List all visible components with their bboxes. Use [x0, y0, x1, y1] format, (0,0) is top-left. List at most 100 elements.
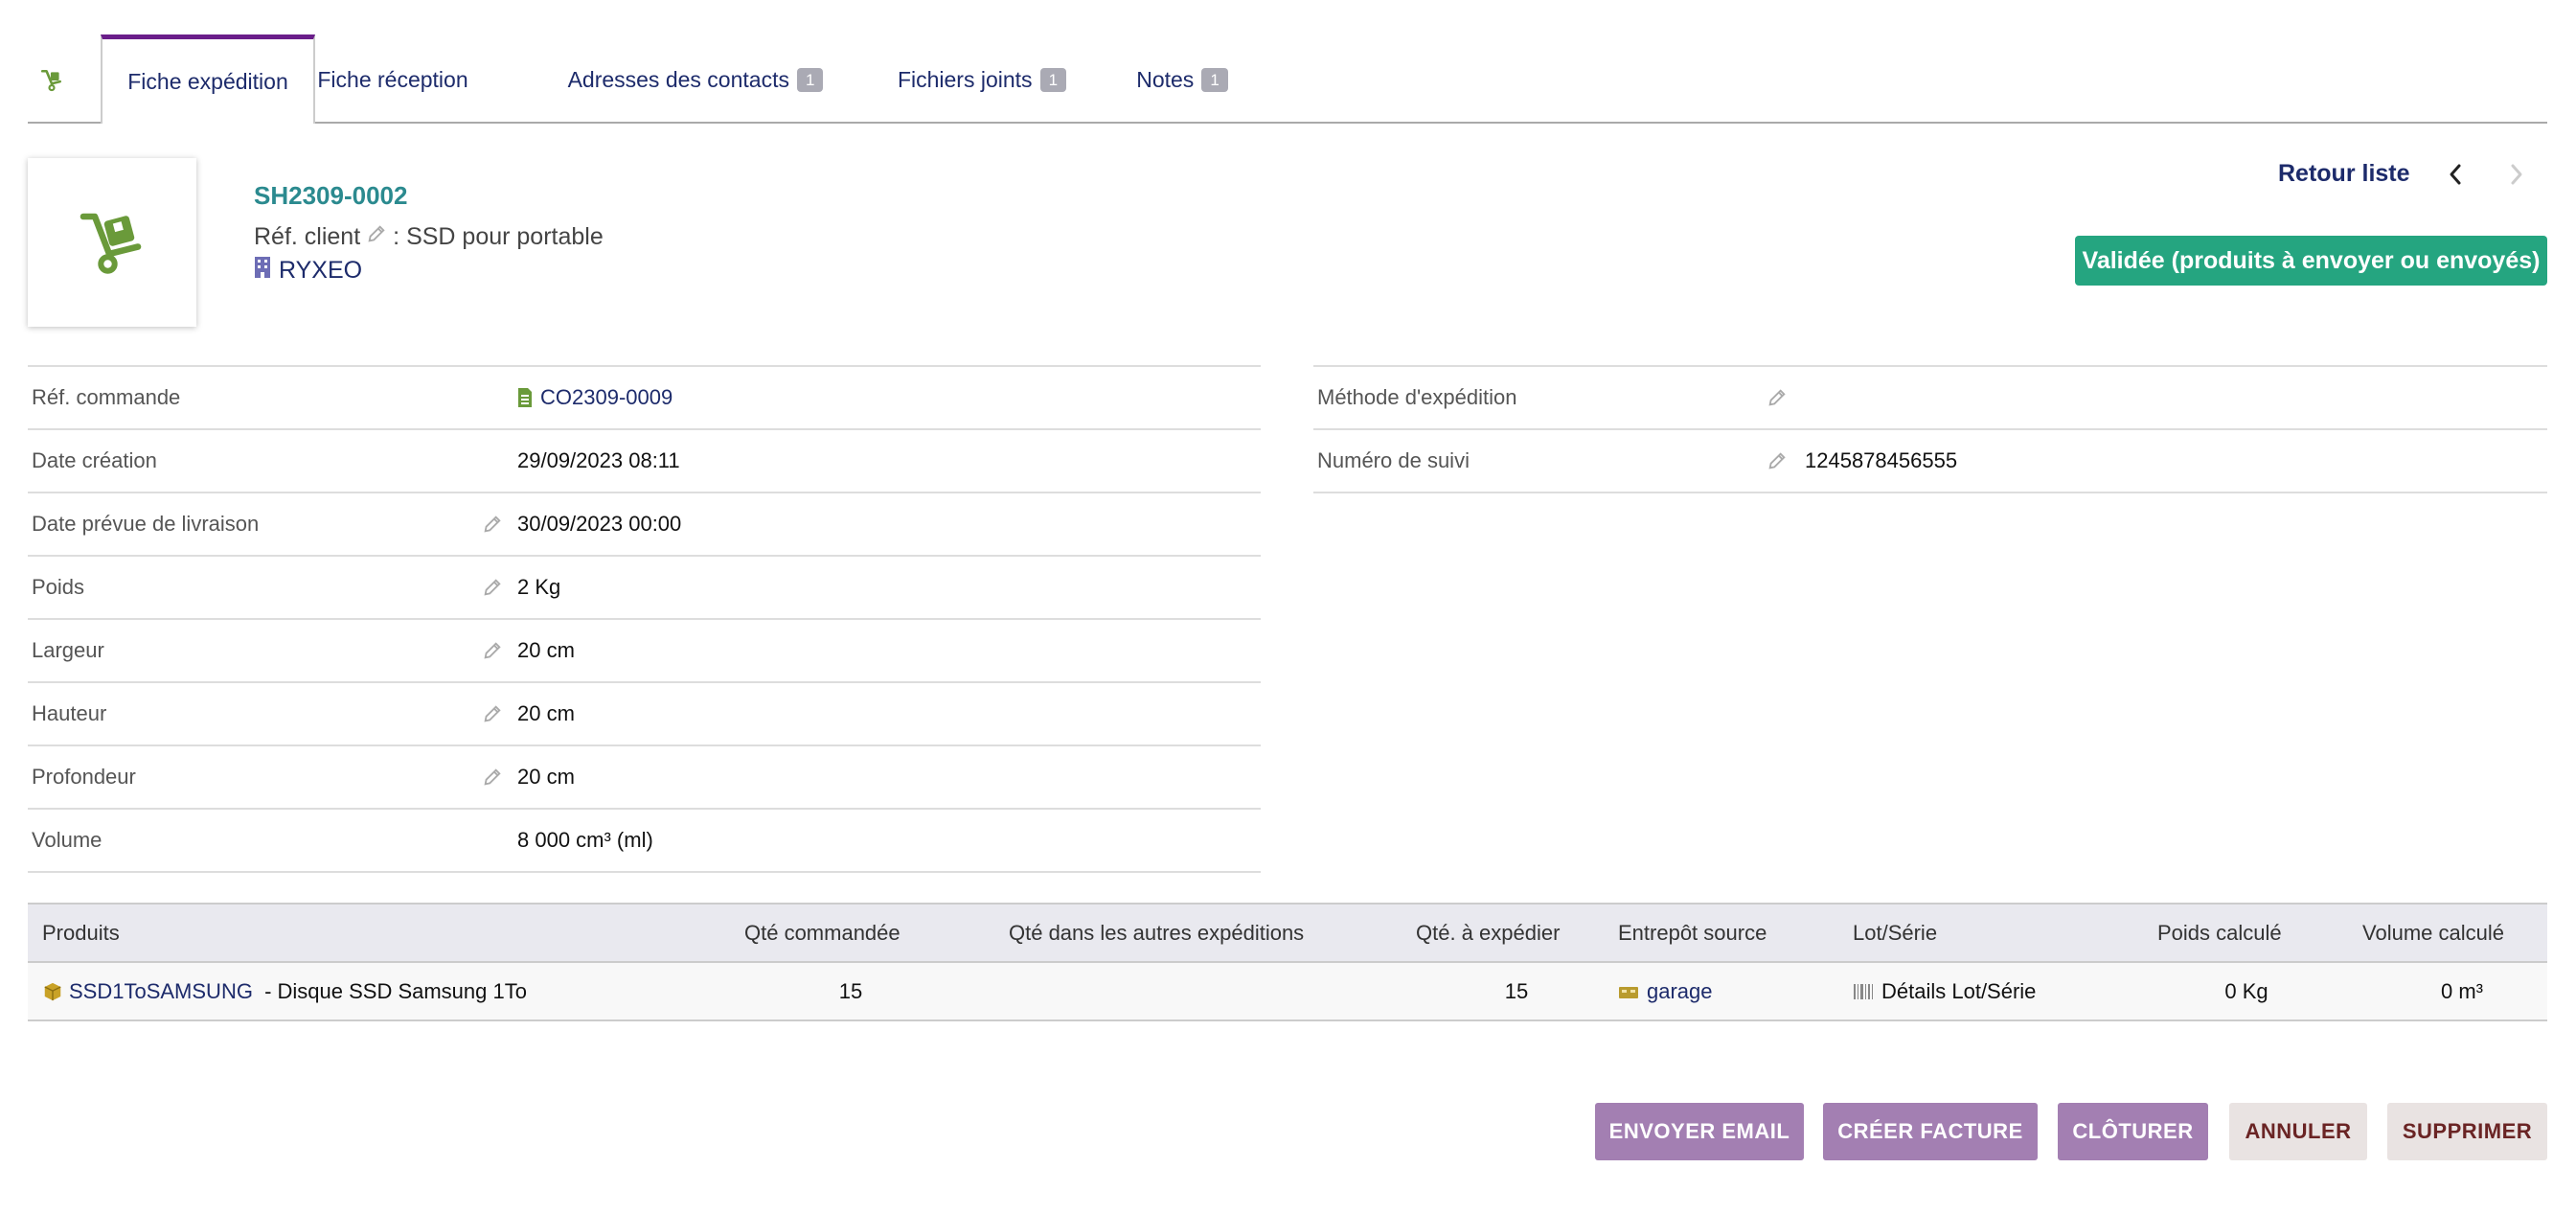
tab-label: Notes — [1136, 67, 1195, 92]
tab-fichiers-joints[interactable]: Fichiers joints 1 — [877, 36, 1087, 124]
tab-adresses-contacts[interactable]: Adresses des contacts 1 — [539, 36, 852, 124]
header-calc-weight: Poids calculé — [2157, 920, 2282, 945]
pencil-icon[interactable] — [366, 223, 387, 251]
field-value: 29/09/2023 08:11 — [517, 448, 680, 472]
table-header: Produits Qté commandée Qté dans les autr… — [28, 905, 2547, 963]
tab-count-badge: 1 — [1039, 68, 1067, 92]
table-row: SSD1ToSAMSUNG - Disque SSD Samsung 1To 1… — [28, 963, 2547, 1021]
product-box-icon — [44, 982, 61, 1000]
field-value: 2 Kg — [517, 575, 561, 599]
field-row-depth: Profondeur 20 cm — [28, 746, 1261, 810]
field-label: Profondeur — [32, 765, 136, 789]
ref-client-label: Réf. client — [254, 223, 361, 250]
field-label: Poids — [32, 575, 85, 599]
field-row-width: Largeur 20 cm — [28, 620, 1261, 683]
header-source-warehouse: Entrepôt source — [1618, 920, 1767, 945]
header-lot-serial: Lot/Série — [1853, 920, 1938, 945]
pencil-icon[interactable] — [482, 746, 503, 808]
product-label: - Disque SSD Samsung 1To — [258, 978, 527, 1003]
tab-label: Fiche réception — [317, 67, 468, 92]
warehouse-cell: garage — [1618, 963, 1713, 1019]
pencil-icon[interactable] — [1767, 367, 1788, 428]
lot-cell: Détails Lot/Série — [1853, 963, 2036, 1019]
order-link[interactable]: CO2309-0009 — [517, 367, 672, 428]
shipment-tab-icon[interactable] — [28, 36, 76, 124]
shipment-ref: SH2309-0002 — [254, 181, 408, 210]
product-ref-link[interactable]: SSD1ToSAMSUNG — [69, 979, 253, 1004]
field-label: Volume — [32, 828, 103, 852]
field-row-tracking-number: Numéro de suivi 1245878456555 — [1313, 430, 2547, 493]
create-invoice-button[interactable]: CRÉER FACTURE — [1823, 1103, 2038, 1160]
close-shipment-button[interactable]: CLÔTURER — [2058, 1103, 2208, 1160]
field-value: 20 cm — [517, 765, 575, 789]
order-doc-icon — [518, 388, 532, 407]
send-email-button[interactable]: ENVOYER EMAIL — [1595, 1103, 1804, 1160]
field-row-height: Hauteur 20 cm — [28, 683, 1261, 746]
barcode-icon — [1854, 983, 1873, 999]
ref-client: Réf. client : SSD pour portable — [254, 223, 604, 251]
products-table: Produits Qté commandée Qté dans les autr… — [28, 903, 2547, 1021]
field-value: 1245878456555 — [1805, 448, 1958, 472]
tab-fiche-expedition[interactable]: Fiche expédition — [101, 34, 315, 124]
tab-count-badge: 1 — [1201, 68, 1228, 92]
field-label: Date prévue de livraison — [32, 512, 260, 536]
tab-bar: Fiche expédition Fiche réception Adresse… — [28, 34, 2547, 124]
tab-label: Adresses des contacts — [567, 67, 789, 92]
company-name: RYXEO — [279, 257, 363, 284]
field-value: 20 cm — [517, 638, 575, 662]
cancel-button[interactable]: ANNULER — [2229, 1103, 2367, 1160]
field-label: Largeur — [32, 638, 104, 662]
qty-other-shipments — [1009, 963, 1359, 1019]
delete-button[interactable]: SUPPRIMER — [2387, 1103, 2547, 1160]
tab-fiche-reception[interactable]: Fiche réception — [315, 36, 470, 124]
field-label: Réf. commande — [32, 385, 181, 409]
back-to-list-link[interactable]: Retour liste — [2278, 160, 2410, 188]
company-link[interactable]: RYXEO — [254, 256, 362, 286]
field-label: Numéro de suivi — [1317, 448, 1470, 472]
status-badge: Validée (produits à envoyer ou envoyés) — [2075, 236, 2547, 286]
pencil-icon[interactable] — [482, 557, 503, 618]
field-row-creation-date: Date création 29/09/2023 08:11 — [28, 430, 1261, 493]
field-value: 8 000 cm³ (ml) — [517, 828, 653, 852]
shipment-fields-right: Méthode d'expédition Numéro de suivi 124… — [1313, 365, 2547, 493]
calc-weight: 0 Kg — [2224, 978, 2268, 1003]
ref-client-value: : SSD pour portable — [393, 223, 604, 250]
field-row-order-ref: Réf. commande CO2309-0009 — [28, 367, 1261, 430]
field-label: Méthode d'expédition — [1317, 385, 1517, 409]
header-qty-ordered: Qté commandée — [744, 920, 900, 945]
field-label: Hauteur — [32, 701, 107, 725]
header-products: Produits — [42, 920, 120, 945]
building-icon — [254, 256, 271, 286]
chevron-right-icon — [2502, 159, 2531, 190]
field-label: Date création — [32, 448, 157, 472]
pencil-icon[interactable] — [1767, 430, 1788, 492]
shipment-photo — [28, 158, 196, 327]
product-cell: SSD1ToSAMSUNG - Disque SSD Samsung 1To — [42, 963, 527, 1019]
tab-label: Fichiers joints — [897, 67, 1033, 92]
field-value: 30/09/2023 00:00 — [517, 512, 682, 536]
field-row-shipping-method: Méthode d'expédition — [1313, 367, 2547, 430]
shipment-dolly-icon — [80, 213, 142, 274]
pencil-icon[interactable] — [482, 620, 503, 681]
pencil-icon[interactable] — [482, 493, 503, 555]
field-row-volume: Volume 8 000 cm³ (ml) — [28, 810, 1261, 873]
tab-label: Fiche expédition — [127, 68, 288, 94]
pencil-icon[interactable] — [482, 683, 503, 744]
qty-ordered: 15 — [838, 978, 863, 1003]
order-ref-value: CO2309-0009 — [540, 385, 673, 409]
field-row-weight: Poids 2 Kg — [28, 557, 1261, 620]
qty-to-ship: 15 — [1504, 978, 1529, 1003]
chevron-left-icon[interactable] — [2441, 159, 2470, 190]
tab-notes[interactable]: Notes 1 — [1115, 36, 1249, 124]
header-calc-volume: Volume calculé — [2362, 920, 2504, 945]
tab-count-badge: 1 — [796, 68, 824, 92]
shipment-fields-left: Réf. commande CO2309-0009 Date création … — [28, 365, 1261, 873]
header-qty-to-ship: Qté. à expédier — [1416, 920, 1561, 945]
field-value: 20 cm — [517, 701, 575, 725]
lot-details[interactable]: Détails Lot/Série — [1881, 979, 2036, 1004]
header-qty-other-shipments: Qté dans les autres expéditions — [1009, 920, 1305, 945]
warehouse-link[interactable]: garage — [1647, 979, 1713, 1004]
calc-volume: 0 m³ — [2441, 978, 2483, 1003]
field-row-delivery-date: Date prévue de livraison 30/09/2023 00:0… — [28, 493, 1261, 557]
warehouse-icon — [1619, 986, 1638, 998]
